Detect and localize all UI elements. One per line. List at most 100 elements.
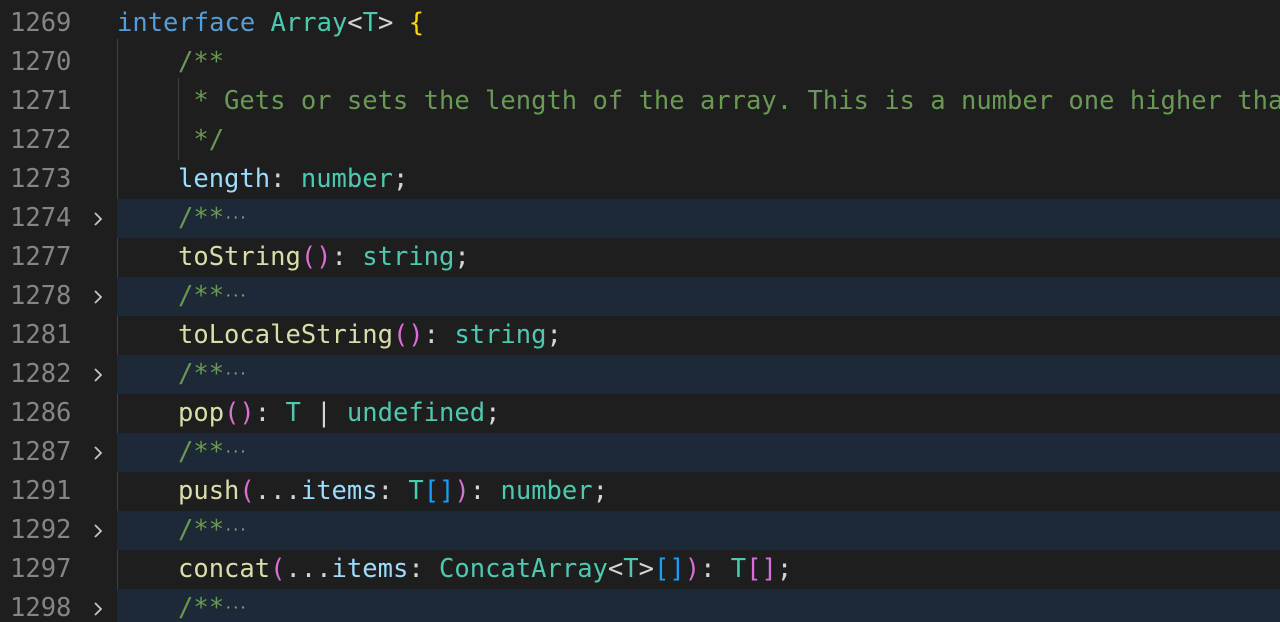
- code-token: :: [331, 242, 363, 272]
- code-line[interactable]: 1273 length: number;: [0, 160, 1280, 199]
- code-token: T: [408, 476, 424, 506]
- fold-ellipsis[interactable]: ···: [224, 601, 247, 617]
- code-token: :: [254, 398, 286, 428]
- code-line[interactable]: 1271 * Gets or sets the length of the ar…: [0, 82, 1280, 121]
- code-line[interactable]: 1277 toString(): string;: [0, 238, 1280, 277]
- line-number: 1271: [10, 86, 72, 116]
- code-token: []: [423, 476, 455, 506]
- code-token: <: [607, 554, 624, 584]
- code-token: :: [270, 164, 301, 194]
- code-token: toLocaleString: [178, 320, 393, 350]
- code-token: ;: [546, 320, 562, 350]
- fold-ellipsis[interactable]: ···: [224, 523, 247, 539]
- code-editor[interactable]: 1269 interface Array<T> {1270/** 1271 * Ge…: [0, 0, 1280, 622]
- chevron-right-icon[interactable]: [89, 199, 107, 238]
- code-token: :: [469, 476, 501, 506]
- code-text: /**···: [178, 355, 247, 394]
- folded-line[interactable]: 1274 /**···: [0, 199, 1280, 238]
- fold-ellipsis[interactable]: ···: [224, 289, 247, 305]
- code-token: /**: [178, 281, 225, 311]
- code-token: ;: [454, 242, 470, 272]
- code-token: Array: [270, 8, 348, 38]
- code-token: /**: [178, 47, 225, 77]
- code-line[interactable]: 1297 concat(...items: ConcatArray<T>[]): …: [0, 550, 1280, 589]
- line-number: 1297: [10, 554, 72, 584]
- code-token: ...: [285, 554, 332, 584]
- line-number: 1298: [10, 593, 72, 622]
- code-token: >: [378, 8, 394, 38]
- folded-line[interactable]: 1292 /**···: [0, 511, 1280, 550]
- code-line[interactable]: 1291 push(...items: T[]): number;: [0, 472, 1280, 511]
- line-number: 1270: [10, 47, 72, 77]
- chevron-right-icon[interactable]: [89, 277, 107, 316]
- fold-ellipsis[interactable]: ···: [224, 367, 247, 383]
- code-text: * Gets or sets the length of the array. …: [178, 82, 1280, 121]
- code-token: /**: [178, 203, 225, 233]
- code-token: number: [300, 164, 393, 194]
- code-line[interactable]: 1286 pop(): T | undefined;: [0, 394, 1280, 433]
- code-text: toLocaleString(): string;: [178, 316, 562, 355]
- line-number: 1292: [10, 515, 72, 545]
- line-number: 1281: [10, 320, 72, 350]
- code-text: /**···: [178, 433, 247, 472]
- line-number: 1291: [10, 476, 72, 506]
- code-text: interface Array<T> {: [117, 4, 424, 43]
- code-text: /**···: [178, 589, 247, 622]
- code-text: /**···: [178, 199, 247, 238]
- code-token: * Gets or sets the length of the array. …: [193, 86, 1280, 116]
- code-token: T: [285, 398, 301, 428]
- code-token: ...: [254, 476, 301, 506]
- code-line[interactable]: 1270 /**: [0, 43, 1280, 82]
- code-text: toString(): string;: [178, 238, 470, 277]
- code-token: (): [224, 398, 255, 428]
- code-line[interactable]: 1272 */: [0, 121, 1280, 160]
- chevron-right-icon[interactable]: [89, 355, 107, 394]
- code-token: */: [178, 125, 225, 155]
- folded-region-highlight: [117, 277, 1280, 316]
- code-token: ): [454, 476, 470, 506]
- code-token: push: [178, 476, 240, 506]
- chevron-right-icon[interactable]: [89, 433, 107, 472]
- folded-line[interactable]: 1278 /**···: [0, 277, 1280, 316]
- folded-region-highlight: [117, 355, 1280, 394]
- code-token: interface: [117, 8, 256, 38]
- line-number: 1269: [10, 8, 72, 38]
- line-number: 1274: [10, 203, 72, 233]
- code-token: ): [684, 554, 701, 584]
- code-text: length: number;: [178, 160, 408, 199]
- chevron-right-icon[interactable]: [89, 511, 107, 550]
- code-token: :: [408, 554, 440, 584]
- folded-line[interactable]: 1298 /**···: [0, 589, 1280, 622]
- code-token: ConcatArray: [439, 554, 608, 584]
- code-token: pop: [178, 398, 225, 428]
- code-token: <: [347, 8, 363, 38]
- code-token: concat: [178, 554, 271, 584]
- fold-ellipsis[interactable]: ···: [224, 211, 247, 227]
- code-token: (: [239, 476, 255, 506]
- code-token: :: [700, 554, 731, 584]
- code-token: {: [408, 8, 425, 38]
- code-token: /**: [178, 515, 225, 545]
- folded-region-highlight: [117, 589, 1280, 622]
- code-line[interactable]: 1269 interface Array<T> {: [0, 4, 1280, 43]
- code-text: /**···: [178, 277, 247, 316]
- code-text: concat(...items: ConcatArray<T>[]): T[];: [178, 550, 792, 589]
- folded-region-highlight: [117, 199, 1280, 238]
- fold-ellipsis[interactable]: ···: [224, 445, 247, 461]
- code-line[interactable]: 1281 toLocaleString(): string;: [0, 316, 1280, 355]
- chevron-right-icon[interactable]: [89, 589, 107, 622]
- code-token: length: [178, 164, 271, 194]
- code-token: ;: [776, 554, 793, 584]
- code-token: toString: [178, 242, 301, 272]
- code-text: */: [178, 121, 224, 160]
- code-token: /**: [178, 359, 225, 389]
- folded-region-highlight: [117, 433, 1280, 472]
- folded-line[interactable]: 1287 /**···: [0, 433, 1280, 472]
- code-token: :: [423, 320, 455, 350]
- code-token: []: [654, 554, 685, 584]
- folded-line[interactable]: 1282 /**···: [0, 355, 1280, 394]
- folded-region-highlight: [117, 511, 1280, 550]
- code-text: /**: [178, 43, 224, 82]
